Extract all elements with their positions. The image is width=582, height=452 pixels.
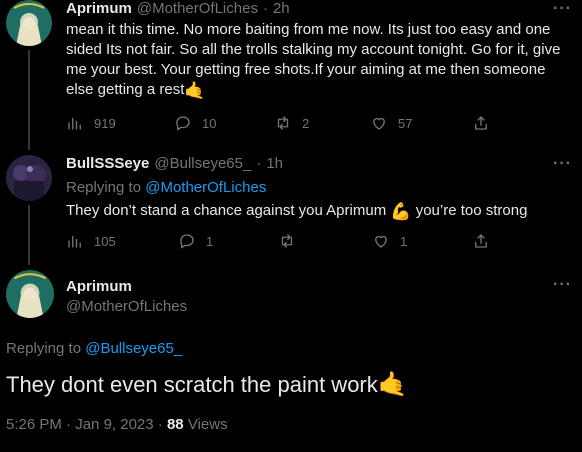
separator: · bbox=[262, 0, 268, 17]
focused-tweet-text: They dont even scratch the paint work🤙 bbox=[6, 370, 408, 399]
like-count: 1 bbox=[400, 233, 408, 249]
tweet-text: They don’t stand a chance against you Ap… bbox=[66, 201, 576, 222]
post-time[interactable]: 5:26 PM bbox=[6, 416, 62, 433]
like-icon bbox=[373, 117, 385, 130]
focused-text-content: They dont even scratch the paint work bbox=[6, 372, 378, 397]
flexed-biceps-emoji: 💪 bbox=[390, 202, 412, 221]
reply-icon bbox=[180, 234, 194, 249]
reply-count: 10 bbox=[202, 115, 217, 131]
action-bar: 919 10 2 57 bbox=[66, 114, 576, 134]
replying-to-link[interactable]: @MotherOfLiches bbox=[145, 179, 266, 196]
timestamp[interactable]: 2h bbox=[273, 0, 290, 17]
tweet-text: mean it this time. No more baiting from … bbox=[66, 20, 576, 101]
call-me-emoji: 🤙 bbox=[377, 371, 408, 398]
replying-to-label: Replying to bbox=[66, 179, 142, 196]
like-count: 57 bbox=[398, 115, 413, 131]
retweet-button[interactable] bbox=[278, 232, 306, 250]
timestamp[interactable]: 1h bbox=[266, 155, 283, 172]
tweet-text-content: mean it this time. No more baiting from … bbox=[66, 21, 561, 98]
call-me-emoji: 🤙 bbox=[184, 81, 206, 100]
share-button[interactable] bbox=[472, 114, 490, 132]
separator: · bbox=[157, 416, 163, 433]
handle[interactable]: @MotherOfLiches bbox=[137, 0, 258, 17]
reply-count: 1 bbox=[206, 233, 214, 249]
retweet-count: 2 bbox=[302, 115, 310, 131]
display-name[interactable]: BullSSSeye bbox=[66, 155, 149, 172]
avatar-image bbox=[6, 270, 54, 318]
tweet-header: Aprimum @MotherOfLiches · 2h bbox=[66, 0, 290, 17]
thread-line bbox=[28, 50, 30, 150]
tweet-text-before: They don’t stand a chance against you Ap… bbox=[66, 202, 387, 219]
views-label: Views bbox=[187, 416, 228, 433]
views-count: 105 bbox=[94, 233, 116, 249]
views-button[interactable]: 105 bbox=[66, 232, 116, 250]
more-icon[interactable]: ··· bbox=[553, 276, 572, 294]
more-icon[interactable]: ··· bbox=[553, 0, 572, 18]
retweet-icon bbox=[281, 234, 293, 248]
thread-line bbox=[28, 205, 30, 265]
reply-button[interactable]: 10 bbox=[174, 114, 216, 132]
reply-icon bbox=[176, 116, 190, 131]
action-bar: 105 1 1 bbox=[66, 232, 576, 252]
retweet-button[interactable]: 2 bbox=[274, 114, 309, 132]
avatar-aprimum[interactable] bbox=[6, 270, 54, 318]
replying-to: Replying to @Bullseye65_ bbox=[6, 340, 182, 357]
tweet-meta: 5:26 PM · Jan 9, 2023 · 88 Views bbox=[6, 416, 228, 433]
separator: · bbox=[256, 155, 262, 172]
avatar-bullseye[interactable] bbox=[6, 155, 52, 201]
handle[interactable]: @MotherOfLiches bbox=[66, 298, 187, 315]
avatar-aprimum[interactable] bbox=[6, 0, 52, 46]
share-icon bbox=[475, 234, 487, 248]
handle[interactable]: @Bullseye65_ bbox=[154, 155, 251, 172]
replying-to-label: Replying to bbox=[6, 340, 82, 357]
views-icon bbox=[68, 117, 81, 130]
tweet-bullseye[interactable]: BullSSSeye @Bullseye65_ · 1h ··· Replyin… bbox=[0, 155, 582, 265]
views-count: 88 bbox=[166, 416, 184, 433]
tweet-text-after: you’re too strong bbox=[415, 202, 528, 219]
avatar-image bbox=[6, 155, 52, 201]
tweet-header: BullSSSeye @Bullseye65_ · 1h bbox=[66, 155, 283, 172]
display-name[interactable]: Aprimum bbox=[66, 278, 187, 295]
views-count: 919 bbox=[94, 115, 116, 131]
post-date[interactable]: Jan 9, 2023 bbox=[75, 416, 153, 433]
share-icon bbox=[475, 116, 487, 130]
share-button[interactable] bbox=[472, 232, 490, 250]
replying-to: Replying to @MotherOfLiches bbox=[66, 179, 266, 196]
separator: · bbox=[66, 416, 72, 433]
retweet-icon bbox=[277, 116, 289, 130]
focused-author: Aprimum @MotherOfLiches bbox=[66, 278, 187, 315]
display-name[interactable]: Aprimum bbox=[66, 0, 132, 17]
like-button[interactable]: 1 bbox=[372, 232, 407, 250]
reply-button[interactable]: 1 bbox=[178, 232, 213, 250]
views-button[interactable]: 919 bbox=[66, 114, 116, 132]
tweet-aprimum-1[interactable]: Aprimum @MotherOfLiches · 2h ··· mean it… bbox=[0, 0, 582, 150]
views-icon bbox=[68, 235, 81, 248]
like-icon bbox=[375, 235, 387, 248]
replying-to-link[interactable]: @Bullseye65_ bbox=[85, 340, 182, 357]
more-icon[interactable]: ··· bbox=[553, 155, 572, 173]
avatar-image bbox=[6, 0, 52, 46]
like-button[interactable]: 57 bbox=[370, 114, 412, 132]
